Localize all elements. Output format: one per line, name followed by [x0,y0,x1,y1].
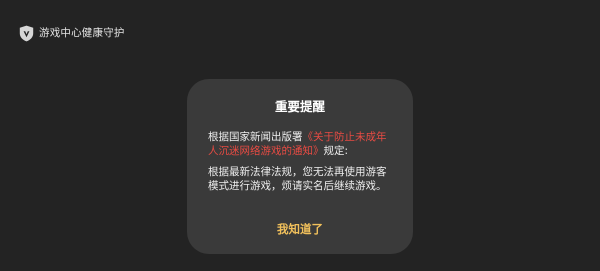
shield-icon [19,25,34,41]
brand-label: 游戏中心健康守护 [39,26,125,39]
dialog-title: 重要提醒 [274,99,325,114]
intro-prefix: 根据国家新闻出版署 [208,131,303,143]
intro-suffix: 规定: [323,145,349,157]
dialog-message: 根据最新法律法规，您无法再使用游客模式进行游戏，烦请实名后继续游戏。 [208,166,387,192]
dialog-body: 根据国家新闻出版署《关于防止未成年人沉迷网络游戏的通知》规定: 根据最新法律法规… [208,130,394,193]
regulation-paragraph: 根据国家新闻出版署《关于防止未成年人沉迷网络游戏的通知》规定: [208,130,394,158]
confirm-button[interactable]: 我知道了 [250,219,350,239]
reminder-dialog: 重要提醒 根据国家新闻出版署《关于防止未成年人沉迷网络游戏的通知》规定: 根据最… [187,79,413,254]
brand-header: 游戏中心健康守护 [19,23,125,43]
